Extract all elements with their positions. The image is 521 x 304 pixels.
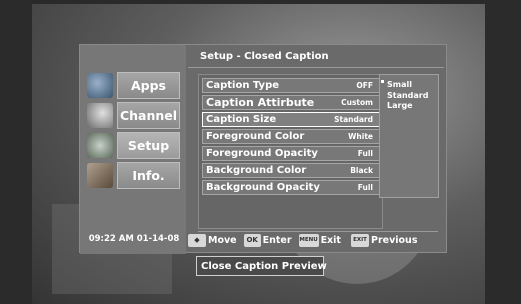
setting-label: Foreground Opacity <box>206 148 318 159</box>
sidebar-item-label: Info. <box>117 162 180 189</box>
setting-label: Caption Attirbute <box>206 96 315 109</box>
exit-key-icon: EXIT <box>350 233 369 247</box>
satellite-dish-icon <box>87 103 113 128</box>
move-hint: Move <box>208 234 237 246</box>
main-menu-sidebar: Apps Channel Setup Info. 09:22 AM 01-14-… <box>80 45 186 254</box>
sidebar-item-apps[interactable]: Apps <box>85 72 180 99</box>
key-hints: ◆ Move OK Enter MENU Exit EXIT Previous <box>188 232 440 248</box>
setting-value: Standard <box>334 115 373 124</box>
right-border <box>485 0 521 304</box>
settings-list: Caption Type OFF Caption Attirbute Custo… <box>198 74 383 229</box>
setting-label: Foreground Color <box>206 131 305 142</box>
setting-background-opacity[interactable]: Background Opacity Full <box>202 180 380 195</box>
setting-label: Background Opacity <box>206 182 320 193</box>
option-standard[interactable]: Standard <box>380 91 438 102</box>
setting-value: Custom <box>341 98 373 107</box>
caption-preview: Close Caption Preview <box>196 256 327 276</box>
sidebar-item-label: Channel <box>117 102 180 129</box>
option-small[interactable]: Small <box>380 80 438 91</box>
previous-hint: Previous <box>370 234 418 246</box>
dpad-icon: ◆ <box>188 233 206 247</box>
setting-value: Full <box>357 149 373 158</box>
sidebar-item-label: Setup <box>117 132 180 159</box>
option-large[interactable]: Large <box>380 101 438 112</box>
setting-background-color[interactable]: Background Color Black <box>202 163 380 178</box>
setting-foreground-color[interactable]: Foreground Color White <box>202 129 380 144</box>
setting-label: Background Color <box>206 165 307 176</box>
menu-key-icon: MENU <box>298 233 319 247</box>
setting-caption-size[interactable]: Caption Size Standard <box>202 112 380 127</box>
sidebar-item-setup[interactable]: Setup <box>85 132 180 159</box>
info-panel-icon <box>87 163 113 188</box>
setting-caption-type[interactable]: Caption Type OFF <box>202 78 380 93</box>
setting-label: Caption Type <box>206 80 280 91</box>
ok-key-icon: OK <box>243 233 261 247</box>
divider <box>188 67 444 68</box>
setting-value: OFF <box>356 81 373 90</box>
setting-label: Caption Size <box>206 114 277 125</box>
setting-value: Black <box>350 166 373 175</box>
sidebar-item-channel[interactable]: Channel <box>85 102 180 129</box>
caption-size-options: Small Standard Large <box>379 74 439 198</box>
clock: 09:22 AM 01-14-08 <box>88 234 180 244</box>
setting-value: White <box>348 132 373 141</box>
setting-value: Full <box>357 183 373 192</box>
enter-hint: Enter <box>262 234 292 246</box>
globe-icon <box>87 73 113 98</box>
selection-marker <box>381 80 384 83</box>
setting-foreground-opacity[interactable]: Foreground Opacity Full <box>202 146 380 161</box>
page-title: Setup - Closed Caption <box>200 51 329 62</box>
sidebar-item-label: Apps <box>117 72 180 99</box>
closed-caption-menu: Apps Channel Setup Info. 09:22 AM 01-14-… <box>79 44 447 254</box>
left-border <box>0 0 32 304</box>
setting-caption-attribute[interactable]: Caption Attirbute Custom <box>202 95 380 110</box>
gear-icon <box>87 133 113 158</box>
sidebar-item-info[interactable]: Info. <box>85 162 180 189</box>
exit-hint: Exit <box>320 234 341 246</box>
